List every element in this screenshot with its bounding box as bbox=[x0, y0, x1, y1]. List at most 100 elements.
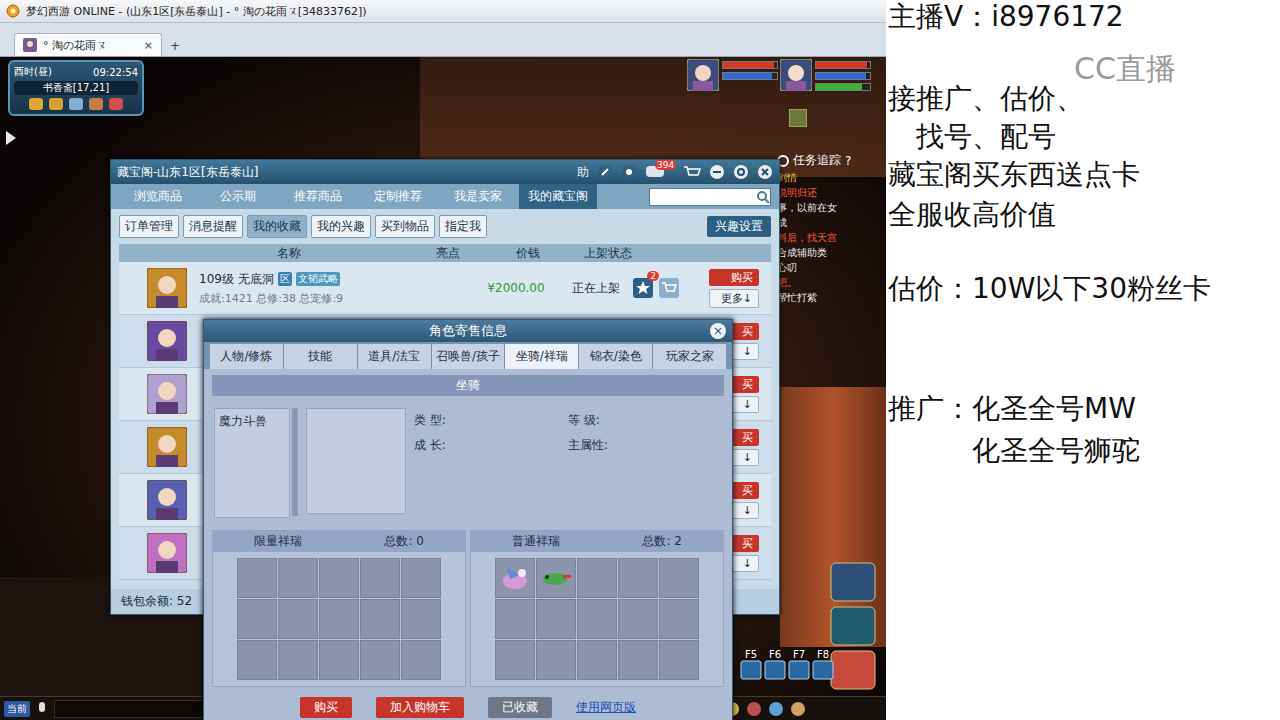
dialog-title: 角色寄售信息 bbox=[429, 322, 507, 340]
item-slot[interactable] bbox=[659, 599, 699, 639]
row-buttons: 购买更多↓ bbox=[709, 269, 759, 308]
cbg-tab[interactable]: 定制推荐 bbox=[359, 184, 437, 209]
status-portrait[interactable] bbox=[687, 59, 778, 91]
task-line[interactable]: 心叨 bbox=[777, 261, 883, 274]
dialog-tab[interactable]: 坐骑/祥瑞 bbox=[505, 344, 578, 369]
item-slot[interactable] bbox=[577, 640, 617, 680]
task-title[interactable]: 任务追踪 bbox=[793, 152, 841, 169]
item-slot[interactable] bbox=[401, 558, 441, 598]
dialog-button[interactable]: 加入购物车 bbox=[376, 697, 464, 718]
item-slot[interactable] bbox=[536, 640, 576, 680]
role-title[interactable]: 109级 无底洞 bbox=[199, 271, 274, 288]
item-slot[interactable] bbox=[577, 558, 617, 598]
status-portrait[interactable] bbox=[780, 59, 871, 91]
cbg-tab[interactable]: 我是卖家 bbox=[439, 184, 517, 209]
dialog-tab[interactable]: 技能 bbox=[284, 344, 357, 369]
item-slot[interactable] bbox=[278, 558, 318, 598]
message-button[interactable]: 394 bbox=[645, 164, 665, 180]
hotkey-slot[interactable]: F6 bbox=[764, 649, 786, 680]
dialog-tab[interactable]: 锦衣/染色 bbox=[579, 344, 652, 369]
item-slot[interactable] bbox=[360, 558, 400, 598]
more-button[interactable]: 更多↓ bbox=[709, 289, 759, 308]
browser-tab[interactable]: ° 淘の花雨ㄡ × bbox=[14, 33, 162, 56]
item-slot[interactable] bbox=[360, 599, 400, 639]
item-slot[interactable] bbox=[495, 599, 535, 639]
task-line[interactable]: 剑情 bbox=[777, 171, 883, 184]
role-tag: 文韬武略 bbox=[296, 272, 340, 286]
panel-total: 总数: 0 bbox=[384, 533, 424, 550]
hotkey-slot[interactable]: F8 bbox=[812, 649, 834, 680]
dialog-tab[interactable]: 玩家之家 bbox=[653, 344, 726, 369]
cbg-subtab[interactable]: 订单管理 bbox=[119, 215, 179, 238]
interest-button[interactable]: 兴趣设置 bbox=[707, 216, 771, 237]
cbg-subtab[interactable]: 买到物品 bbox=[375, 215, 435, 238]
status-bar-fill bbox=[723, 73, 772, 79]
dialog-tab[interactable]: 道具/法宝 bbox=[358, 344, 431, 369]
item-slot[interactable] bbox=[495, 640, 535, 680]
game-time: 酉时(昼) bbox=[14, 65, 52, 79]
offer-line: 藏宝阁买东西送点卡 bbox=[888, 158, 1276, 192]
cbg-tab[interactable]: 我的藏宝阁 bbox=[519, 184, 597, 209]
tab-label[interactable]: ° 淘の花雨ㄡ bbox=[43, 38, 138, 53]
task-header[interactable]: 任务追踪? bbox=[777, 152, 883, 169]
mount-item[interactable]: 魔力斗兽 bbox=[219, 413, 285, 430]
dialog-tab[interactable]: 召唤兽/孩子 bbox=[432, 344, 505, 369]
task-line[interactable]: 吧。 bbox=[777, 276, 883, 289]
cbg-subtab[interactable]: 我的兴趣 bbox=[311, 215, 371, 238]
item-slot[interactable] bbox=[319, 599, 359, 639]
item-slot[interactable] bbox=[618, 558, 658, 598]
cbg-subtab[interactable]: 我的收藏 bbox=[247, 215, 307, 238]
item-slot[interactable] bbox=[319, 640, 359, 680]
status-bar-track bbox=[815, 83, 871, 91]
item-slot[interactable] bbox=[577, 599, 617, 639]
item-slot[interactable] bbox=[319, 558, 359, 598]
dialog-tab[interactable]: 人物/修炼 bbox=[210, 344, 283, 369]
item-slot[interactable] bbox=[401, 640, 441, 680]
auspicious-mount-icon bbox=[539, 561, 573, 595]
task-line[interactable]: 成 bbox=[777, 216, 883, 229]
item-slot[interactable] bbox=[278, 640, 318, 680]
item-slot[interactable] bbox=[659, 640, 699, 680]
item-slot[interactable] bbox=[278, 599, 318, 639]
task-line[interactable]: 料后，找天宫 bbox=[777, 231, 883, 244]
item-slot[interactable] bbox=[536, 599, 576, 639]
cbg-subtab[interactable]: 消息提醒 bbox=[183, 215, 243, 238]
cbg-tab[interactable]: 公示期 bbox=[199, 184, 277, 209]
help-button[interactable]: 助 bbox=[577, 164, 589, 181]
item-slot[interactable] bbox=[618, 599, 658, 639]
panel-total: 总数: 2 bbox=[642, 533, 682, 550]
new-tab[interactable]: + bbox=[166, 39, 184, 56]
task-line[interactable]: 帮忙打紫 bbox=[777, 291, 883, 304]
hotkey-slot[interactable]: F7 bbox=[788, 649, 810, 680]
dialog-close[interactable]: × bbox=[710, 323, 726, 339]
item-slot[interactable] bbox=[237, 558, 277, 598]
search-box[interactable] bbox=[649, 188, 771, 206]
task-line[interactable]: 事，以前在女 bbox=[777, 201, 883, 214]
table-row[interactable]: 109级 无底洞区文韬武略成就:1421 总修:38 总宠修:9¥2000.00… bbox=[119, 262, 771, 315]
tab-close[interactable]: × bbox=[144, 39, 153, 52]
dialog-button[interactable]: 已收藏 bbox=[488, 697, 552, 718]
item-slot[interactable] bbox=[237, 640, 277, 680]
role-stats: 成就:1421 总修:38 总宠修:9 bbox=[199, 291, 406, 306]
buy-button[interactable]: 购买 bbox=[709, 269, 759, 286]
search-icon bbox=[756, 190, 770, 204]
task-line[interactable]: 合成辅助类 bbox=[777, 246, 883, 259]
web-version-link[interactable]: 使用网页版 bbox=[576, 697, 636, 718]
channel-tab[interactable]: 当前 bbox=[4, 701, 30, 717]
hotkey-slot[interactable]: F5 bbox=[740, 649, 762, 680]
item-slot[interactable] bbox=[360, 640, 400, 680]
cbg-tab[interactable]: 浏览商品 bbox=[119, 184, 197, 209]
item-slot[interactable] bbox=[495, 558, 535, 598]
item-slot[interactable] bbox=[536, 558, 576, 598]
cbg-tab[interactable]: 推荐商品 bbox=[279, 184, 357, 209]
favorite-button[interactable]: 2 bbox=[633, 278, 653, 298]
dialog-tabs: 人物/修炼技能道具/法宝召唤兽/孩子坐骑/祥瑞锦衣/染色玩家之家 bbox=[204, 342, 732, 369]
item-slot[interactable] bbox=[237, 599, 277, 639]
dialog-button[interactable]: 购买 bbox=[300, 697, 352, 718]
item-slot[interactable] bbox=[618, 640, 658, 680]
task-line[interactable]: 说明归还 bbox=[777, 186, 883, 199]
task-help[interactable]: ? bbox=[845, 154, 851, 168]
item-slot[interactable] bbox=[401, 599, 441, 639]
cbg-subtab[interactable]: 指定我 bbox=[439, 215, 487, 238]
item-slot[interactable] bbox=[659, 558, 699, 598]
